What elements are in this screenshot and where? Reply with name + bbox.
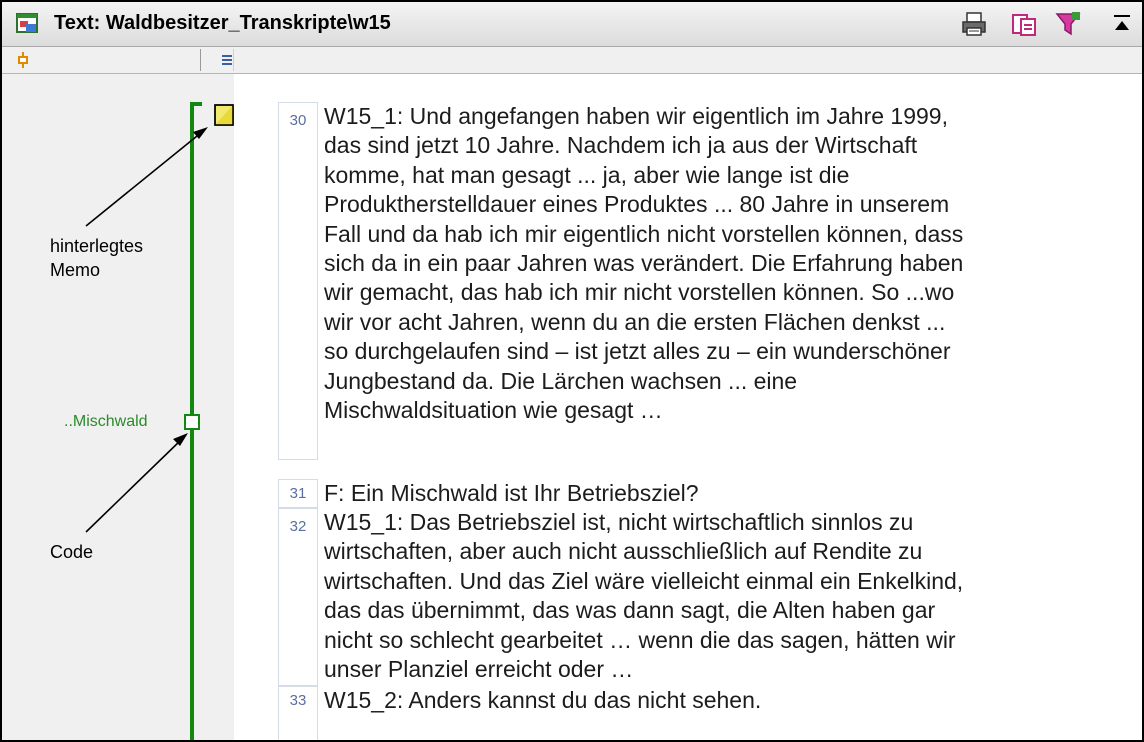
paragraph[interactable]: 31 F: Ein Mischwald ist Ihr Betriebsziel…: [278, 479, 1142, 508]
paragraph-number: 32: [278, 508, 318, 686]
document-browser-window: Text: Waldbesitzer_Transkripte\w15 ..Mis…: [0, 0, 1144, 742]
paragraph[interactable]: 33 W15_2: Anders kannst du das nicht seh…: [278, 686, 1142, 740]
paragraph-number: 30: [278, 102, 318, 460]
paragraph[interactable]: 32 W15_1: Das Betriebsziel ist, nicht wi…: [278, 508, 1142, 686]
paragraph-text: W15_2: Anders kannst du das nicht sehen.: [324, 687, 762, 713]
paragraph-number: 33: [278, 686, 318, 740]
text-pane[interactable]: 30 W15_1: Und angefangen haben wir eigen…: [278, 74, 1142, 740]
paragraph[interactable]: 30 W15_1: Und angefangen haben wir eigen…: [278, 102, 1142, 460]
paragraph-number: 31: [278, 479, 318, 508]
paragraph-text: F: Ein Mischwald ist Ihr Betriebsziel?: [324, 480, 699, 506]
paragraph-text: W15_1: Das Betriebsziel ist, nicht wirts…: [324, 509, 964, 683]
paragraph-text: W15_1: Und angefangen haben wir eigentli…: [324, 103, 964, 424]
